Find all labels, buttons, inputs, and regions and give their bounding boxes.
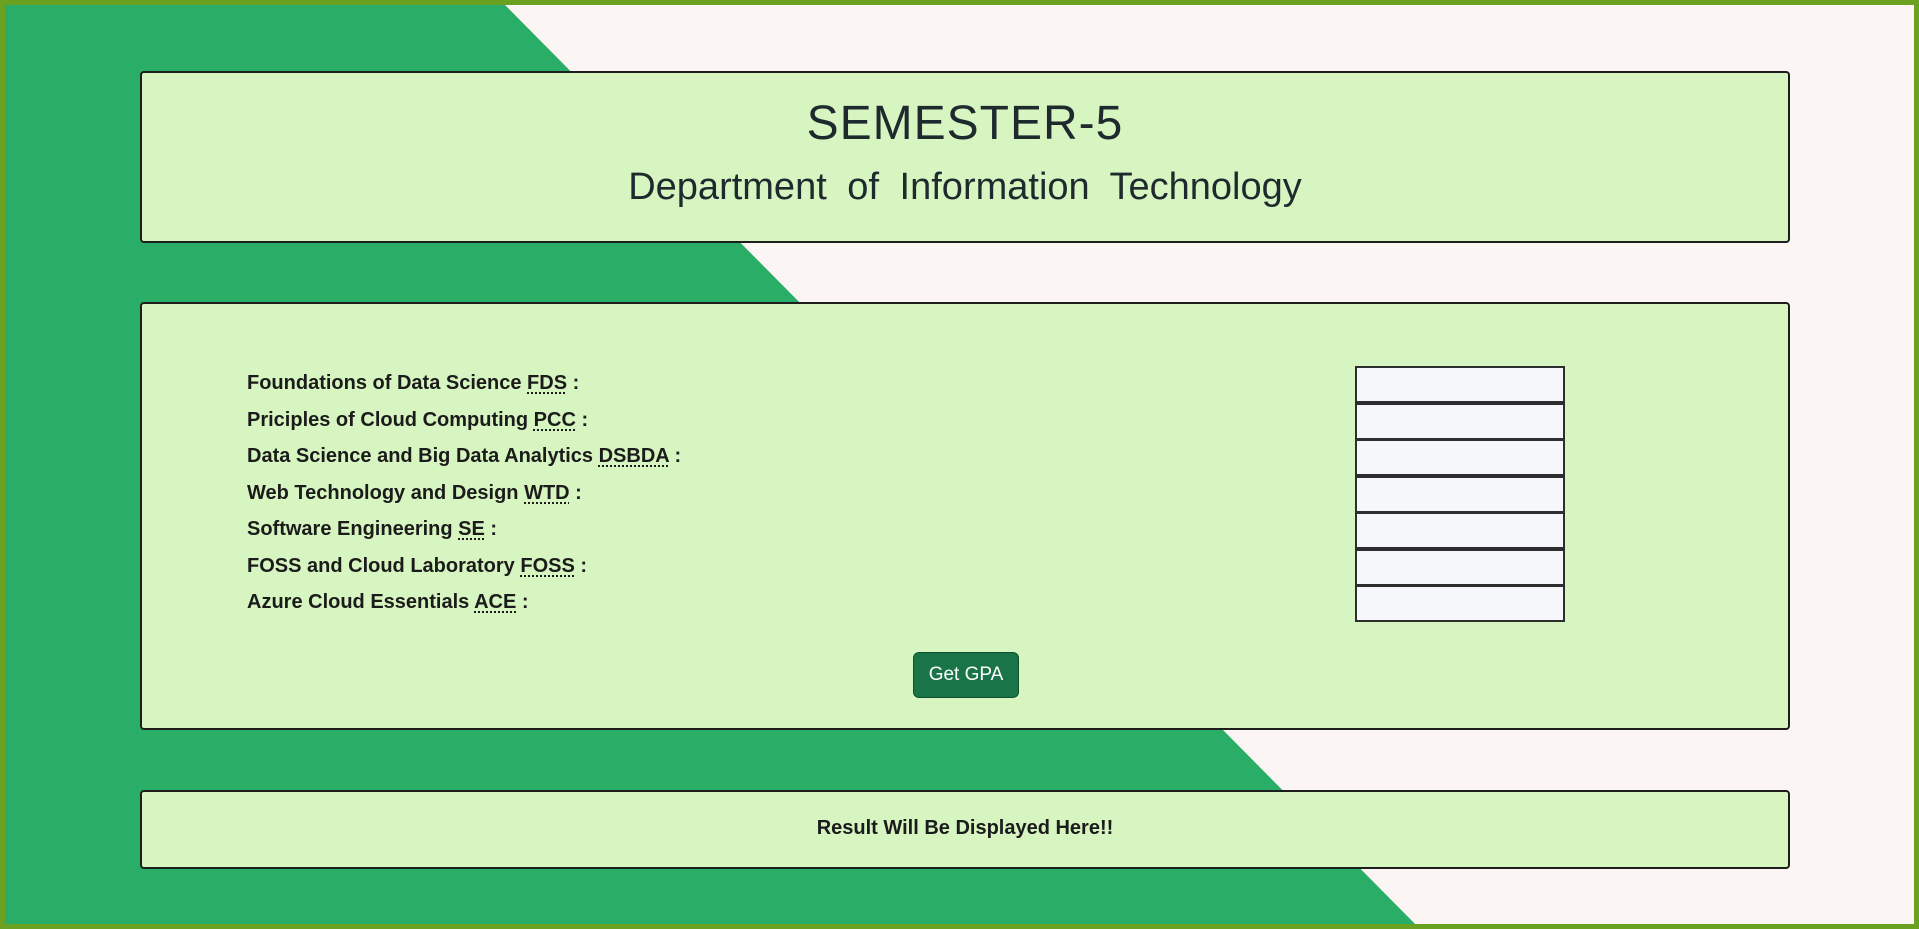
subject-label-dsbda: Data Science and Big Data Analytics DSBD…: [247, 445, 681, 468]
label-colon: :: [569, 482, 582, 504]
result-card: Result Will Be Displayed Here!!: [140, 790, 1790, 869]
subject-row-dsbda: Data Science and Big Data Analytics DSBD…: [247, 439, 1587, 476]
header-card: SEMESTER-5 Department of Information Tec…: [140, 71, 1790, 243]
subject-row-fds: Foundations of Data Science FDS :: [247, 366, 1587, 403]
subject-row-pcc: Priciples of Cloud Computing PCC :: [247, 403, 1587, 440]
subject-name: Web Technology and Design: [247, 482, 519, 504]
page-title: SEMESTER-5: [806, 97, 1124, 150]
subject-name: Software Engineering: [247, 518, 453, 540]
subject-row-ace: Azure Cloud Essentials ACE :: [247, 585, 1587, 622]
subject-label-foss: FOSS and Cloud Laboratory FOSS :: [247, 555, 587, 578]
subject-name: Data Science and Big Data Analytics: [247, 445, 594, 467]
grade-input-pcc[interactable]: [1355, 403, 1565, 440]
subject-name: Azure Cloud Essentials: [247, 591, 470, 613]
subject-abbr: PCC: [533, 409, 576, 431]
grade-input-foss[interactable]: [1355, 549, 1565, 586]
subject-abbr: FDS: [527, 372, 568, 394]
label-colon: :: [574, 555, 588, 577]
subject-label-pcc: Priciples of Cloud Computing PCC :: [247, 409, 588, 432]
subject-label-ace: Azure Cloud Essentials ACE :: [247, 591, 529, 614]
grade-input-dsbda[interactable]: [1355, 439, 1565, 476]
subject-abbr: ACE: [474, 591, 517, 613]
subject-label-se: Software Engineering SE :: [247, 518, 497, 541]
subject-row-foss: FOSS and Cloud Laboratory FOSS :: [247, 549, 1587, 586]
subject-name: Priciples of Cloud Computing: [247, 409, 529, 431]
subject-name: Foundations of Data Science: [247, 372, 522, 394]
subject-name: FOSS and Cloud Laboratory: [247, 555, 515, 577]
label-colon: :: [516, 591, 529, 613]
result-message: Result Will Be Displayed Here!!: [816, 817, 1114, 839]
subject-label-fds: Foundations of Data Science FDS :: [247, 372, 579, 395]
subject-row-se: Software Engineering SE :: [247, 512, 1587, 549]
page-subtitle: Department of Information Technology: [628, 166, 1302, 208]
grade-input-se[interactable]: [1355, 512, 1565, 549]
subject-abbr: WTD: [524, 482, 570, 504]
subject-abbr: DSBDA: [598, 445, 669, 467]
grade-input-fds[interactable]: [1355, 366, 1565, 403]
label-colon: :: [668, 445, 682, 467]
page-frame: SEMESTER-5 Department of Information Tec…: [0, 0, 1919, 929]
grade-input-ace[interactable]: [1355, 585, 1565, 622]
subject-row-wtd: Web Technology and Design WTD :: [247, 476, 1587, 513]
label-colon: :: [484, 518, 498, 540]
grade-input-wtd[interactable]: [1355, 476, 1565, 513]
subject-abbr: FOSS: [520, 555, 575, 577]
get-gpa-button[interactable]: Get GPA: [913, 652, 1019, 698]
gpa-form-card: Foundations of Data Science FDS : Pricip…: [140, 302, 1790, 730]
subject-abbr: SE: [458, 518, 485, 540]
label-colon: :: [567, 372, 580, 394]
label-colon: :: [575, 409, 589, 431]
subject-label-wtd: Web Technology and Design WTD :: [247, 482, 582, 505]
